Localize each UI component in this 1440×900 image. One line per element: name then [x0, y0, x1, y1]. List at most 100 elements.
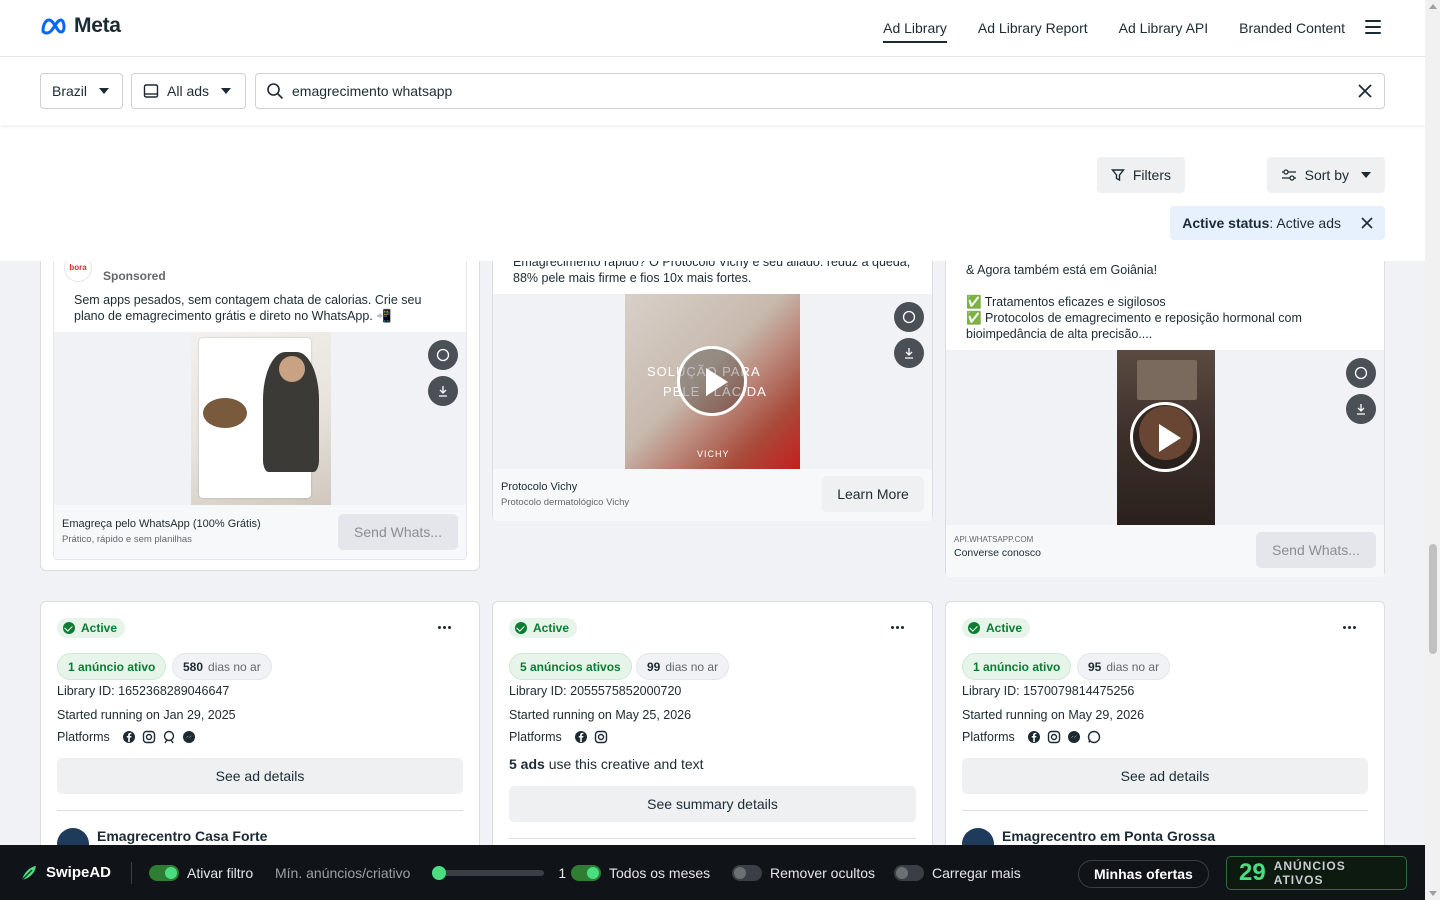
started-running: Started running on May 29, 2026 — [962, 708, 1145, 722]
months-toggle-label: Todos os meses — [609, 864, 711, 881]
ad-type-select[interactable]: All ads — [131, 73, 246, 109]
whatsapp-icon[interactable] — [894, 302, 924, 332]
more-options-icon[interactable] — [1343, 626, 1356, 629]
advertiser-name[interactable]: Emagrecentro Casa Forte — [97, 828, 267, 844]
funnel-icon — [1110, 169, 1125, 182]
library-id: Library ID: 2055575852000720 — [509, 684, 682, 698]
menu-icon[interactable] — [1365, 20, 1381, 34]
active-count-badge: 1 anúncio ativo — [962, 653, 1072, 680]
messenger-icon — [1067, 731, 1080, 743]
ad-type-value: All ads — [167, 83, 210, 99]
search-bar: Brazil All ads emagrecimento whatsapp — [0, 57, 1425, 125]
nav-ad-library[interactable]: Ad Library — [883, 0, 947, 57]
search-input[interactable]: emagrecimento whatsapp — [255, 73, 1385, 109]
active-ads-count: 29 — [1239, 859, 1266, 886]
see-ad-details-button[interactable]: See ad details — [57, 758, 463, 794]
library-id: Library ID: 1652368289046647 — [57, 684, 230, 698]
advertiser-name[interactable]: Emagrecentro em Ponta Grossa — [1002, 828, 1215, 844]
slider-track[interactable] — [432, 865, 545, 880]
close-icon[interactable] — [1361, 217, 1373, 229]
swipead-brand: SwipeAD — [20, 845, 111, 900]
platforms-label: Platforms — [57, 730, 110, 744]
clear-search-icon[interactable] — [1358, 84, 1372, 98]
instagram-icon — [594, 730, 607, 744]
ad-body: Sem apps pesados, sem contagem chata de … — [74, 293, 422, 323]
filter-toggle-label: Ativar filtro — [187, 864, 254, 881]
my-offers-button[interactable]: Minhas ofertas — [1078, 860, 1209, 888]
download-icon[interactable] — [1346, 394, 1376, 424]
slider-knob[interactable] — [432, 865, 447, 880]
country-select[interactable]: Brazil — [40, 73, 123, 109]
play-icon[interactable] — [1130, 402, 1200, 472]
load-more-toggle[interactable]: Carregar mais — [894, 845, 1021, 900]
toggle-switch[interactable] — [149, 864, 179, 881]
whatsapp-icon[interactable] — [1346, 358, 1376, 388]
whatsapp-icon — [1087, 730, 1100, 744]
toggle-switch[interactable] — [571, 864, 601, 881]
chevron-down-icon — [99, 88, 110, 94]
active-count-badge: 5 anúncios ativos — [509, 653, 632, 680]
nav-ad-library-api[interactable]: Ad Library API — [1119, 0, 1209, 57]
status-key: Active status — [1182, 215, 1270, 231]
load-more-label: Carregar mais — [932, 864, 1021, 881]
creative-usage: 5 ads use this creative and text — [509, 756, 704, 772]
remove-hidden-toggle[interactable]: Remover ocultos — [732, 845, 875, 900]
nav-ad-library-report[interactable]: Ad Library Report — [978, 0, 1088, 57]
swipead-toolbar: SwipeAD Ativar filtro Mín. anúncios/cria… — [0, 845, 1425, 900]
status-value: : Active ads — [1269, 215, 1341, 231]
check-icon — [63, 622, 75, 634]
toggle-switch[interactable] — [894, 864, 924, 881]
filter-bar: Filters Sort by Active status: Active ad… — [0, 125, 1425, 261]
ad-body-line: ✅ Protocolos de emagrecimento e reposiçã… — [966, 311, 1302, 341]
scroll-up-icon[interactable] — [1429, 4, 1437, 9]
cta-button[interactable]: Send Whats... — [1256, 532, 1376, 568]
country-value: Brazil — [52, 83, 88, 99]
min-ads-slider[interactable]: Mín. anúncios/criativo 1 — [275, 845, 566, 900]
min-ads-label: Mín. anúncios/criativo — [275, 864, 411, 881]
remove-hidden-label: Remover ocultos — [770, 864, 876, 881]
whatsapp-icon[interactable] — [428, 340, 458, 370]
search-icon — [267, 83, 284, 100]
download-icon[interactable] — [894, 338, 924, 368]
meta-logo[interactable]: Meta — [40, 14, 121, 38]
vertical-scrollbar[interactable] — [1425, 0, 1440, 900]
nav-branded-content[interactable]: Branded Content — [1239, 0, 1345, 57]
cta-button[interactable]: Learn More — [822, 476, 924, 512]
scroll-down-icon[interactable] — [1429, 891, 1437, 896]
cta-title: Converse conosco — [954, 547, 1041, 559]
status-text: Active — [81, 621, 118, 635]
platforms-label: Platforms — [962, 730, 1015, 744]
cta-button[interactable]: Send Whats... — [338, 514, 458, 550]
status-text: Active — [986, 621, 1023, 635]
see-summary-details-button[interactable]: See summary details — [509, 786, 916, 822]
sort-by-button[interactable]: Sort by — [1266, 157, 1385, 193]
facebook-icon — [1027, 731, 1040, 743]
sponsored-label: Sponsored — [103, 269, 166, 283]
more-options-icon[interactable] — [891, 626, 904, 629]
ad-detail-card: Active 1 anúncio ativo 580 dias no ar Li… — [40, 601, 480, 861]
ad-detail-card: Active 5 anúncios ativos 99 dias no ar L… — [492, 601, 933, 861]
play-icon[interactable] — [677, 346, 747, 416]
filters-label: Filters — [1132, 167, 1171, 183]
ad-video-thumbnail[interactable]: SOLUÇÃO PARA PELE FLÁCIDA VICHY — [625, 294, 800, 469]
brand-name: Meta — [74, 14, 121, 37]
toggle-switch[interactable] — [732, 864, 762, 881]
filters-button[interactable]: Filters — [1096, 157, 1185, 193]
ad-media — [946, 350, 1384, 525]
active-count-badge: 1 anúncio ativo — [57, 653, 167, 680]
download-icon[interactable] — [428, 376, 458, 406]
ad-video-thumbnail[interactable] — [1117, 350, 1215, 525]
facebook-icon — [122, 731, 135, 743]
see-ad-details-button[interactable]: See ad details — [962, 758, 1368, 794]
search-query[interactable]: emagrecimento whatsapp — [292, 83, 1358, 99]
ad-type-icon — [143, 84, 159, 98]
scrollbar-thumb[interactable] — [1429, 544, 1437, 654]
days-label: dias no ar — [1106, 659, 1160, 674]
swipead-name: SwipeAD — [46, 864, 112, 881]
months-toggle[interactable]: Todos os meses — [571, 845, 710, 900]
more-options-icon[interactable] — [438, 626, 451, 629]
filter-toggle[interactable]: Ativar filtro — [149, 845, 253, 900]
instagram-icon — [142, 730, 155, 744]
days-number: 95 — [1088, 659, 1102, 674]
ad-preview: bora Sponsored Sem apps pesados, sem con… — [53, 243, 467, 560]
